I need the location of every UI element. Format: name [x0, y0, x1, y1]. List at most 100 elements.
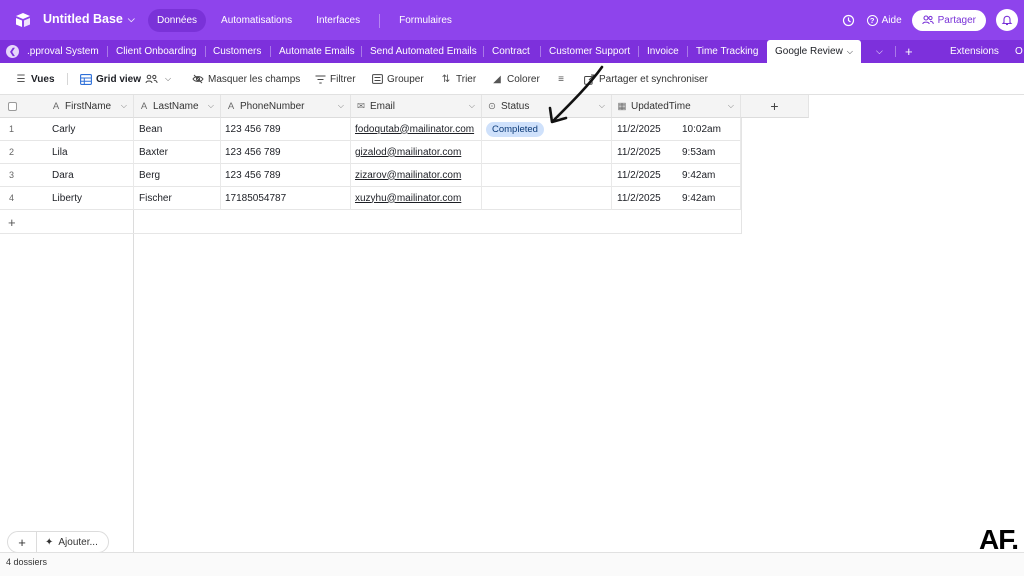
notifications-button[interactable] [996, 9, 1018, 31]
create-plus-icon[interactable]: + [8, 535, 36, 550]
bottom-add-controls: + ✦ Ajouter... [7, 531, 109, 553]
tab-client-onboarding[interactable]: Client Onboarding [116, 40, 197, 63]
chevron-down-icon[interactable]: ⌵ [469, 101, 475, 111]
cell-status[interactable] [482, 164, 612, 187]
nav-interfaces[interactable]: Interfaces [307, 9, 369, 32]
tab-approval-system[interactable]: .pproval System [27, 40, 99, 63]
tab-automate-emails[interactable]: Automate Emails [279, 40, 355, 63]
cell-firstname[interactable]: Carly [46, 118, 134, 141]
cell-updatedtime[interactable]: 11/2/2025 10:02am [612, 118, 741, 141]
nav-formulaires[interactable]: Formulaires [390, 9, 461, 32]
cell-updatedtime[interactable]: 11/2/2025 9:42am [612, 164, 741, 187]
help-label: Aide [881, 14, 902, 26]
column-label: UpdatedTime [631, 100, 691, 112]
add-record-row[interactable]: + [0, 211, 741, 234]
tab-send-automated-emails[interactable]: Send Automated Emails [370, 40, 477, 63]
cell-updatedtime[interactable]: 11/2/2025 9:42am [612, 187, 741, 210]
hide-fields-button[interactable]: Masquer les champs [192, 72, 300, 86]
column-header-phonenumber[interactable]: A PhoneNumber ⌵ [221, 95, 351, 118]
share-button[interactable]: Partager [911, 9, 986, 31]
cell-status[interactable] [482, 141, 612, 164]
cell-phone[interactable]: 123 456 789 [221, 164, 351, 187]
cell-phone[interactable]: 17185054787 [221, 187, 351, 210]
airtable-logo-icon[interactable] [14, 11, 32, 29]
cell-email[interactable]: gizalod@mailinator.com [351, 141, 482, 164]
email-link[interactable]: zizarov@mailinator.com [355, 170, 461, 181]
column-label: LastName [153, 100, 199, 112]
nav-donnees[interactable]: Données [148, 9, 207, 32]
cell-lastname[interactable]: Berg [134, 164, 221, 187]
chevron-down-icon[interactable]: ⌵ [338, 101, 344, 111]
select-all-checkbox[interactable] [8, 101, 17, 111]
add-button[interactable]: ✦ Ajouter... [37, 537, 108, 548]
history-icon[interactable] [841, 12, 857, 28]
email-link[interactable]: xuzyhu@mailinator.com [355, 193, 461, 204]
help-button[interactable]: ? Aide [866, 14, 902, 26]
cell-firstname[interactable]: Liberty [46, 187, 134, 210]
grid-icon [80, 73, 92, 85]
watermark-logo: AF. [979, 524, 1019, 555]
column-header-updatedtime[interactable]: ▦ UpdatedTime ⌵ [612, 95, 741, 118]
tab-google-review[interactable]: Google Review ⌵ [767, 40, 861, 63]
color-button[interactable]: ◢ Colorer [491, 72, 540, 86]
nav-automatisations[interactable]: Automatisations [212, 9, 301, 32]
collaborators-icon [145, 74, 158, 84]
email-link[interactable]: gizalod@mailinator.com [355, 147, 461, 158]
tab-time-tracking[interactable]: Time Tracking [696, 40, 758, 63]
time-value: 9:53am [682, 146, 716, 158]
tab-invoice[interactable]: Invoice [647, 40, 679, 63]
record-count: 4 dossiers [6, 557, 48, 567]
cell-email[interactable]: zizarov@mailinator.com [351, 164, 482, 187]
column-header-firstname[interactable]: A FirstName ⌵ [46, 95, 134, 118]
add-record-plus-icon[interactable]: + [8, 215, 16, 230]
sort-button[interactable]: ⇅ Trier [440, 72, 476, 86]
magic-wand-icon: ✦ [45, 536, 54, 548]
cell-email[interactable]: xuzyhu@mailinator.com [351, 187, 482, 210]
column-header-lastname[interactable]: A LastName ⌵ [134, 95, 221, 118]
cell-phone[interactable]: 123 456 789 [221, 141, 351, 164]
base-title[interactable]: Untitled Base ⌵ [43, 12, 135, 26]
paint-bucket-icon: ◢ [493, 73, 501, 85]
cell-lastname[interactable]: Baxter [134, 141, 221, 164]
row-number: 2 [0, 141, 46, 164]
cell-firstname[interactable]: Lila [46, 141, 134, 164]
views-label: Vues [31, 73, 55, 85]
chevron-down-icon[interactable]: ⌵ [208, 101, 214, 111]
views-button[interactable]: ☰ Vues [15, 72, 55, 86]
email-field-icon: ✉ [357, 100, 365, 112]
tab-google-review-label: Google Review [775, 46, 843, 57]
tab-contract[interactable]: Contract [492, 40, 530, 63]
email-link[interactable]: fodoqutab@mailinator.com [355, 124, 474, 135]
tab-customer-support[interactable]: Customer Support [549, 40, 630, 63]
cell-lastname[interactable]: Fischer [134, 187, 221, 210]
group-icon [372, 74, 383, 84]
hide-fields-label: Masquer les champs [208, 73, 301, 85]
scroll-left-icon[interactable]: ❮ [6, 45, 19, 58]
cell-email[interactable]: fodoqutab@mailinator.com [351, 118, 482, 141]
tab-divider [540, 46, 541, 57]
chevron-down-icon[interactable]: ⌵ [728, 101, 734, 111]
tools-button[interactable]: O [1015, 40, 1023, 63]
sort-label: Trier [456, 73, 477, 85]
add-table-plus-icon[interactable]: + [905, 40, 913, 63]
share-sync-label: Partager et synchroniser [599, 73, 708, 85]
column-header-email[interactable]: ✉ Email ⌵ [351, 95, 482, 118]
row-number: 3 [0, 164, 46, 187]
cell-firstname[interactable]: Dara [46, 164, 134, 187]
chevron-down-icon[interactable]: ⌵ [121, 101, 127, 111]
all-tables-chevron-icon[interactable]: ⌵ [876, 40, 883, 63]
people-icon [921, 15, 934, 25]
filter-button[interactable]: Filtrer [315, 72, 356, 86]
group-button[interactable]: Grouper [372, 72, 424, 86]
cell-lastname[interactable]: Bean [134, 118, 221, 141]
filter-label: Filtrer [330, 73, 356, 85]
extensions-button[interactable]: Extensions [950, 40, 999, 63]
cell-phone[interactable]: 123 456 789 [221, 118, 351, 141]
grid-view-button[interactable]: Grid view ⌵ [80, 72, 174, 86]
text-field-icon: A [227, 100, 235, 112]
cell-status[interactable] [482, 187, 612, 210]
add-field-plus-icon[interactable]: + [741, 95, 809, 118]
chevron-down-icon: ⌵ [164, 74, 172, 83]
tab-customers[interactable]: Customers [213, 40, 261, 63]
cell-updatedtime[interactable]: 11/2/2025 9:53am [612, 141, 741, 164]
